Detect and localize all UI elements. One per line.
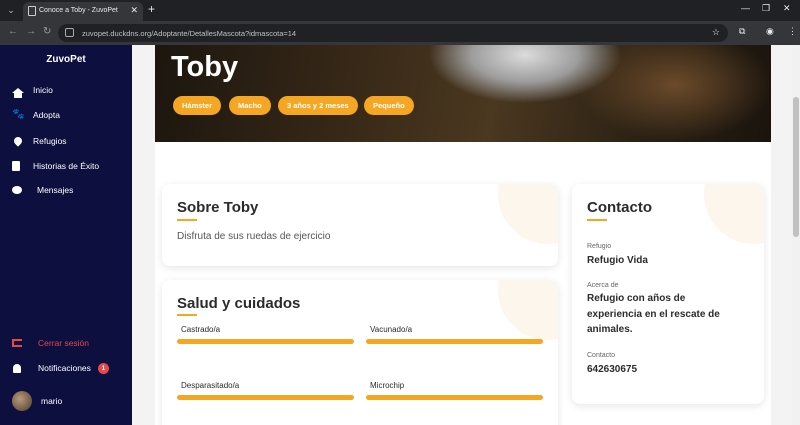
card-decoration [704, 184, 764, 244]
logout-button[interactable]: Cerrar sesión [12, 336, 89, 350]
scrollbar-thumb[interactable] [793, 97, 799, 237]
logout-label: Cerrar sesión [38, 338, 90, 348]
bell-icon [13, 363, 21, 373]
about-title: Sobre Toby [177, 199, 259, 216]
sidebar-item-label: Mensajes [37, 185, 74, 195]
url-text[interactable]: zuvopet.duckdns.org/Adoptante/DetallesMa… [82, 29, 296, 38]
card-decoration [498, 184, 558, 244]
health-item-vacunado: Vacunado/a [370, 325, 413, 334]
site-info-icon[interactable] [65, 28, 74, 37]
sidebar-item-inicio[interactable]: Inicio [12, 83, 53, 98]
notifications-button[interactable]: Notificaciones 1 [12, 361, 109, 375]
user-profile[interactable]: mario [12, 391, 63, 411]
sidebar-item-label: Historias de Éxito [33, 161, 100, 171]
address-bar: ← → ↻ zuvopet.duckdns.org/Adoptante/Deta… [0, 21, 800, 45]
profile-icon[interactable]: ◉ [766, 26, 774, 37]
book-icon [12, 161, 20, 171]
tag-size: Pequeño [364, 96, 414, 115]
browser-tab-bar: ⌄ Conoce a Toby - ZuvoPet ✕ + — ❐ ✕ [0, 0, 800, 21]
refugio-value[interactable]: Refugio Vida [587, 253, 648, 269]
user-name: mario [41, 396, 63, 406]
tag-species: Hámster [173, 96, 222, 115]
tab-title: Conoce a Toby - ZuvoPet [39, 7, 118, 14]
sidebar-item-label: Adopta [33, 110, 60, 120]
about-text: Disfruta de sus ruedas de ejercicio [177, 231, 331, 242]
contact-card: Contacto Refugio Refugio Vida Acerca de … [572, 184, 764, 404]
health-bar-microchip [366, 395, 543, 400]
health-card: Salud y cuidados Castrado/a Vacunado/a D… [162, 280, 558, 425]
card-decoration [498, 280, 558, 340]
sidebar-item-historias[interactable]: Historias de Éxito [12, 159, 99, 173]
avatar [12, 391, 32, 411]
tag-sex: Macho [229, 96, 271, 115]
extensions-icon[interactable]: ⧉ [739, 26, 745, 37]
title-underline [177, 219, 197, 221]
minimize-icon[interactable]: — [741, 3, 750, 13]
acerca-label: Acerca de [587, 282, 619, 289]
logout-icon [12, 339, 22, 347]
contact-title: Contacto [587, 199, 652, 216]
health-bar-vacunado [366, 339, 543, 344]
chat-icon [12, 186, 22, 194]
sidebar-item-label: Inicio [33, 85, 53, 95]
sidebar-item-adopta[interactable]: 🐾 Adopta [12, 108, 60, 122]
health-title: Salud y cuidados [177, 295, 301, 312]
page-icon [28, 6, 36, 16]
health-item-desparasitado: Desparasitado/a [181, 381, 240, 390]
notifications-badge: 1 [97, 362, 109, 374]
pet-hero-image: Toby Hámster Macho 3 años y 2 meses Pequ… [155, 45, 771, 142]
location-pin-icon [12, 135, 24, 147]
health-item-castrado: Castrado/a [181, 325, 221, 334]
health-item-microchip: Microchip [370, 381, 405, 390]
pet-name: Toby [171, 51, 239, 83]
contacto-label: Contacto [587, 352, 616, 359]
home-icon [12, 87, 24, 98]
about-card: Sobre Toby Disfruta de sus ruedas de eje… [162, 184, 558, 266]
health-bar-desparasitado [177, 395, 354, 400]
reload-icon[interactable]: ↻ [43, 26, 51, 37]
menu-icon[interactable]: ⋮ [788, 26, 797, 37]
page-scrollbar[interactable] [792, 45, 800, 425]
bookmark-star-icon[interactable]: ☆ [712, 27, 720, 38]
browser-tab[interactable]: Conoce a Toby - ZuvoPet ✕ [23, 2, 143, 21]
acerca-line: animales. [587, 324, 633, 335]
acerca-value: Refugio con años de experiencia en el re… [587, 291, 720, 338]
refugio-label: Refugio [587, 243, 612, 250]
title-underline [177, 314, 197, 316]
sidebar-item-label: Refugios [33, 136, 67, 146]
sidebar-item-refugios[interactable]: Refugios [12, 134, 67, 148]
close-tab-icon[interactable]: ✕ [130, 5, 138, 16]
close-window-icon[interactable]: ✕ [783, 3, 791, 14]
url-field[interactable]: zuvopet.duckdns.org/Adoptante/DetallesMa… [58, 24, 728, 42]
acerca-line: Refugio con años de [587, 293, 686, 304]
contacto-value[interactable]: 642630675 [587, 362, 637, 378]
paw-icon: 🐾 [12, 109, 25, 120]
title-underline [587, 219, 607, 221]
maximize-icon[interactable]: ❐ [762, 3, 770, 14]
brand-logo[interactable]: ZuvoPet [0, 54, 132, 65]
forward-icon[interactable]: → [26, 26, 36, 37]
tab-search-icon[interactable]: ⌄ [4, 3, 18, 17]
sidebar: ZuvoPet Inicio 🐾 Adopta Refugios Histori… [0, 45, 132, 425]
main-content: Toby Hámster Macho 3 años y 2 meses Pequ… [132, 45, 792, 425]
back-icon[interactable]: ← [8, 26, 18, 37]
sidebar-item-mensajes[interactable]: Mensajes [12, 183, 73, 197]
acerca-line: experiencia en el rescate de [587, 308, 720, 320]
tag-age: 3 años y 2 meses [278, 96, 358, 115]
health-bar-castrado [177, 339, 354, 344]
notifications-label: Notificaciones [38, 363, 91, 373]
new-tab-icon[interactable]: + [148, 2, 155, 16]
